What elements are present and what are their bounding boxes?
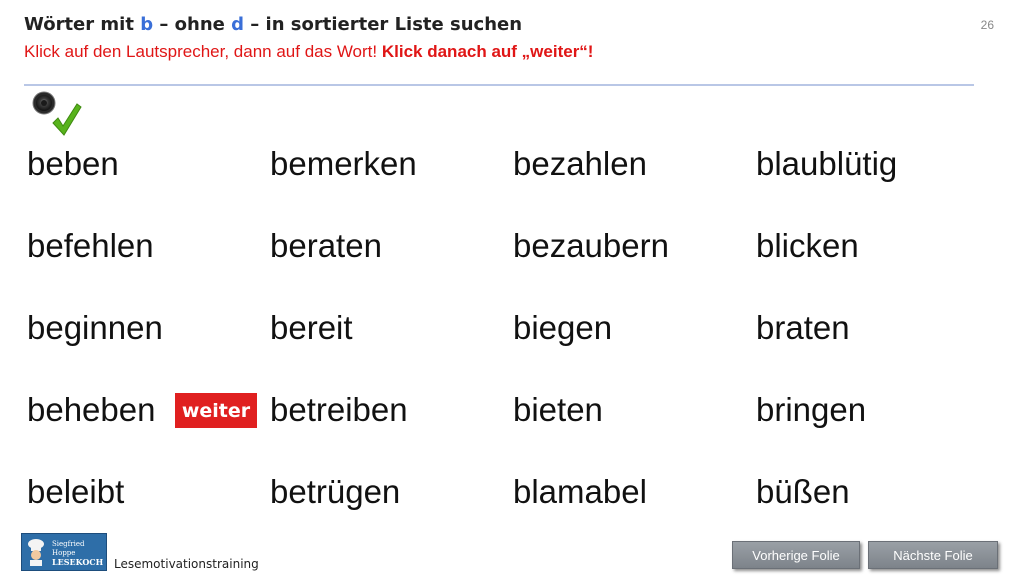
word-item[interactable]: bereit [270, 302, 513, 384]
word-item[interactable]: blamabel [513, 466, 756, 548]
page-number: 26 [980, 18, 994, 32]
word-item[interactable]: beben [27, 138, 270, 220]
logo-line-2: LESEKOCH [52, 557, 104, 567]
word-item[interactable]: betrügen [270, 466, 513, 548]
title-prefix: Wörter mit [24, 14, 141, 35]
word-item[interactable]: bezahlen [513, 138, 756, 220]
word-item[interactable]: braten [756, 302, 976, 384]
word-item[interactable]: büßen [756, 466, 976, 548]
chef-icon [26, 538, 46, 566]
leseloch-logo: Siegfried Hoppe LESEKOCH [21, 533, 107, 571]
word-item[interactable]: bieten [513, 384, 756, 466]
word-item[interactable]: befehlen [27, 220, 270, 302]
instruction-normal: Klick auf den Lautsprecher, dann auf das… [24, 42, 382, 61]
footer-label: Lesemotivationstraining [114, 557, 259, 571]
logo-text: Siegfried Hoppe LESEKOCH [52, 540, 106, 567]
word-item[interactable]: beginnen [27, 302, 270, 384]
title-suffix: – in sortierter Liste suchen [244, 14, 523, 35]
word-item[interactable]: bezaubern [513, 220, 756, 302]
next-slide-button[interactable]: Nächste Folie [868, 541, 998, 569]
previous-slide-button[interactable]: Vorherige Folie [732, 541, 860, 569]
checkmark-icon [50, 101, 82, 139]
title-letter-d: d [231, 14, 245, 35]
word-item[interactable]: bemerken [270, 138, 513, 220]
word-grid: beben bemerken bezahlen blaublütig befeh… [27, 138, 976, 548]
instruction-bold: Klick danach auf „weiter“! [381, 42, 594, 61]
word-item[interactable]: betreiben [270, 384, 513, 466]
word-item[interactable]: biegen [513, 302, 756, 384]
word-item[interactable]: blaublütig [756, 138, 976, 220]
page-title: Wörter mit b – ohne d – in sortierter Li… [24, 14, 522, 35]
word-item[interactable]: blicken [756, 220, 976, 302]
word-item[interactable]: beraten [270, 220, 513, 302]
title-letter-b: b [140, 14, 154, 35]
header-divider [24, 84, 974, 86]
title-mid: – ohne [153, 14, 232, 35]
word-item[interactable]: bringen [756, 384, 976, 466]
logo-line-1: Siegfried Hoppe [52, 540, 85, 557]
instruction-text: Klick auf den Lautsprecher, dann auf das… [24, 42, 593, 62]
weiter-button[interactable]: weiter [175, 393, 257, 428]
